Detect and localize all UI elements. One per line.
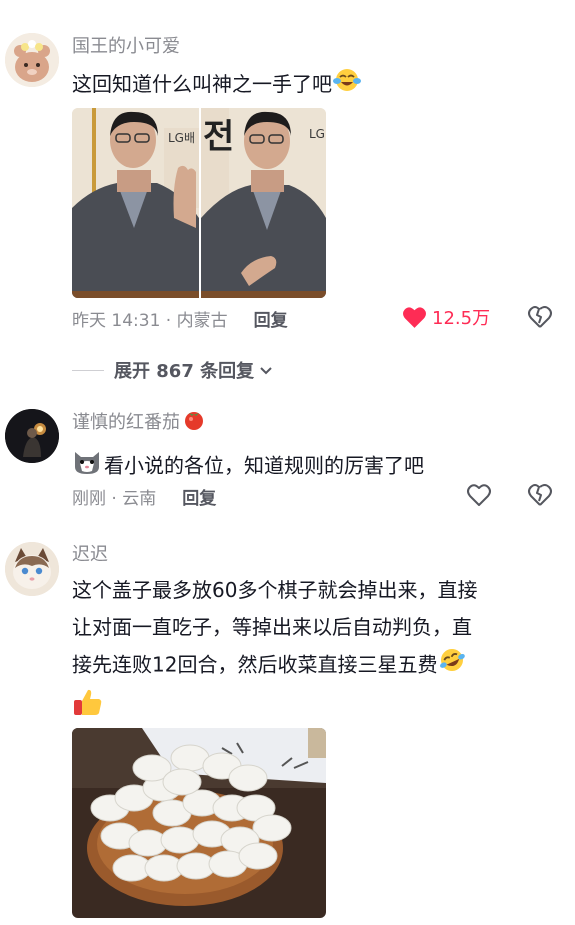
comment-text-content: 看小说的各位，知道规则的厉害了吧 xyxy=(104,453,424,478)
comment-item: 迟迟 这个盖子最多放60多个棋子就会掉出来，直接 让对面一直吃子，等掉出来以后自… xyxy=(0,540,575,925)
dislike-button[interactable] xyxy=(527,482,553,508)
svg-text:LG배: LG배 xyxy=(168,131,195,145)
cat-emoji xyxy=(72,447,102,487)
username[interactable]: 国王的小可爱 xyxy=(72,34,555,60)
dislike-button[interactable] xyxy=(527,304,553,330)
comment-time-location: 刚刚 · 云南 xyxy=(72,488,157,509)
comment-meta: 刚刚 · 云南 回复 xyxy=(72,484,216,509)
avatar[interactable] xyxy=(5,409,59,463)
heart-broken-icon xyxy=(527,484,553,512)
comment-text-line: 让对面一直吃子，等掉出来以后自动判负，直 xyxy=(72,615,472,639)
like-count: 12.5万 xyxy=(432,308,491,329)
heart-broken-icon xyxy=(527,306,553,334)
expand-replies-button[interactable]: 展开 867 条回复 xyxy=(72,357,274,383)
avatar[interactable] xyxy=(5,33,59,87)
comment-item: 国王的小可爱 这回知道什么叫神之一手了吧 LG배 전 LG 昨天 14:31 ·… xyxy=(0,0,575,340)
avatar[interactable] xyxy=(5,542,59,596)
comment-text: 这回知道什么叫神之一手了吧 xyxy=(72,66,555,105)
comment-text-line: 接先连败12回合，然后收菜直接三星五费 xyxy=(72,646,555,686)
photo-right[interactable]: 전 LG xyxy=(201,108,326,298)
crying-laughing-emoji xyxy=(332,67,362,105)
reply-button[interactable]: 回复 xyxy=(182,484,216,509)
username[interactable]: 迟迟 xyxy=(72,542,555,568)
comment-text-content: 这回知道什么叫神之一手了吧 xyxy=(72,72,332,96)
tomato-emoji xyxy=(182,407,206,439)
chevron-down-icon xyxy=(258,362,274,378)
photo-left[interactable]: LG배 xyxy=(72,108,199,298)
comment-image[interactable]: LG배 전 LG xyxy=(72,108,326,298)
comment-meta: 昨天 14:31 · 内蒙古 回复 xyxy=(72,306,288,331)
like-button[interactable]: 12.5万 xyxy=(402,304,490,330)
comment-image[interactable] xyxy=(72,728,326,918)
svg-text:전: 전 xyxy=(203,117,234,157)
comment-text: 这个盖子最多放60多个棋子就会掉出来，直接 让对面一直吃子，等掉出来以后自动判负… xyxy=(72,572,555,723)
rofl-emoji xyxy=(437,646,467,686)
username[interactable]: 谨慎的红番茄 xyxy=(72,410,555,436)
expand-replies-label: 展开 867 条回复 xyxy=(114,361,255,382)
comment-text-line xyxy=(72,686,555,723)
heart-filled-icon xyxy=(402,306,427,329)
comment-text: 看小说的各位，知道规则的厉害了吧 xyxy=(72,447,555,487)
comment-time-location: 昨天 14:31 · 内蒙古 xyxy=(72,310,228,331)
heart-outline-icon xyxy=(466,484,492,512)
reply-button[interactable]: 回复 xyxy=(254,306,288,331)
svg-text:LG: LG xyxy=(309,127,325,141)
divider-line xyxy=(72,369,104,371)
comment-text-line: 这个盖子最多放60多个棋子就会掉出来，直接 xyxy=(72,578,478,602)
like-button[interactable] xyxy=(466,482,492,508)
thumbs-up-emoji xyxy=(72,686,104,730)
comment-item: 谨慎的红番茄 看小说的各位，知道规则的厉害了吧 刚刚 · 云南 回复 xyxy=(0,400,575,520)
